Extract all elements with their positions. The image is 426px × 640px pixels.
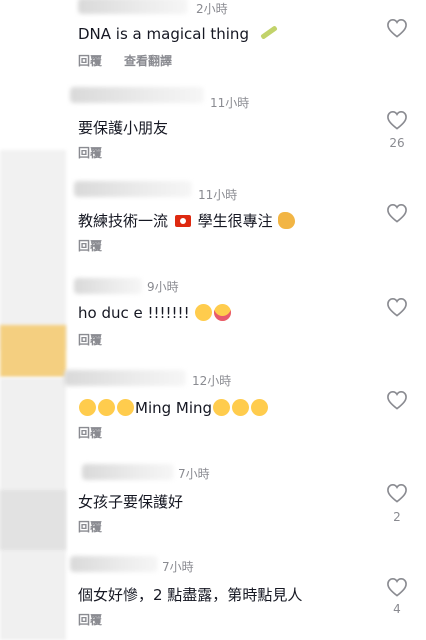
grinning-squinting-face-emoji [98, 399, 115, 416]
reply-button[interactable]: 回覆 [78, 52, 102, 69]
hong-kong-flag-emoji [174, 215, 191, 227]
heart-outline-icon [387, 110, 407, 130]
translate-button[interactable]: 查看翻譯 [124, 52, 172, 69]
comment-text-continued: 學生很專注 [197, 212, 273, 230]
like-count: 26 [389, 136, 405, 150]
username-blurred[interactable] [78, 0, 188, 14]
comment-time: 7小時 [162, 560, 194, 574]
comment-item: 12小時 Ming Ming 回覆 [0, 366, 426, 456]
comment-time: 9小時 [147, 280, 179, 294]
comment-time: 2小時 [196, 2, 228, 16]
grinning-squinting-face-emoji [79, 399, 96, 416]
comment-text-content: 教練技術一流 [78, 212, 169, 230]
comment-item: 11小時 教練技術一流 學生很專注 回覆 [0, 178, 426, 268]
username-blurred[interactable] [74, 181, 192, 197]
comment-time: 7小時 [178, 467, 210, 481]
username-blurred[interactable] [70, 556, 158, 572]
comment-time: 12小時 [192, 374, 232, 388]
comment-text: ho duc e !!!!!!! [78, 304, 232, 322]
reply-button[interactable]: 回覆 [78, 424, 102, 441]
heart-outline-icon [387, 577, 407, 597]
grinning-squinting-face-emoji [232, 399, 250, 416]
flexed-biceps-emoji [278, 212, 296, 229]
reply-button[interactable]: 回覆 [78, 331, 102, 348]
grinning-squinting-face-emoji [251, 399, 269, 416]
username-blurred[interactable] [64, 370, 186, 386]
comment-text: 個女好慘，2 點盡露，第時點見人 [78, 586, 303, 604]
heart-outline-icon [387, 203, 407, 223]
reply-button[interactable]: 回覆 [78, 144, 102, 161]
like-button[interactable] [386, 577, 408, 597]
comment-text-content: Ming Ming [135, 399, 213, 417]
comment-item: 9小時 ho duc e !!!!!!! 回覆 [0, 272, 426, 362]
comment-time: 11小時 [210, 96, 250, 110]
like-button[interactable] [386, 390, 408, 410]
like-count: 4 [393, 602, 401, 616]
like-button[interactable] [386, 483, 408, 503]
smiling-face-emoji [195, 304, 213, 321]
comment-text-content: DNA is a magical thing [78, 25, 249, 43]
heart-outline-icon [387, 18, 407, 38]
comment-item: 2小時 DNA is a magical thing 回覆 查看翻譯 [0, 0, 426, 80]
like-count: 2 [393, 510, 401, 524]
flag-flower [179, 218, 186, 224]
comment-time: 11小時 [198, 188, 238, 202]
comment-text: 女孩子要保護好 [78, 493, 184, 511]
comment-text-content: ho duc e !!!!!!! [78, 304, 190, 322]
like-button[interactable] [386, 110, 408, 130]
like-button[interactable] [386, 297, 408, 317]
syringe-emoji [259, 25, 278, 40]
comment-item: 11小時 要保護小朋友 回覆 26 [0, 85, 426, 175]
like-button[interactable] [386, 18, 408, 38]
winking-tongue-face-emoji [214, 304, 232, 321]
heart-outline-icon [387, 297, 407, 317]
username-blurred[interactable] [74, 278, 142, 294]
comment-text: DNA is a magical thing [78, 25, 278, 43]
username-blurred[interactable] [70, 87, 204, 103]
comment-text: 要保護小朋友 [78, 119, 169, 137]
heart-outline-icon [387, 390, 407, 410]
reply-button[interactable]: 回覆 [78, 518, 102, 535]
comment-item: 7小時 女孩子要保護好 回覆 2 [0, 460, 426, 550]
username-blurred[interactable] [82, 464, 174, 480]
grinning-squinting-face-emoji [117, 399, 134, 416]
heart-outline-icon [387, 483, 407, 503]
like-button[interactable] [386, 203, 408, 223]
reply-button[interactable]: 回覆 [78, 611, 102, 628]
comment-text: 教練技術一流 學生很專注 [78, 210, 296, 231]
reply-button[interactable]: 回覆 [78, 237, 102, 254]
comment-text: Ming Ming [78, 399, 269, 417]
comment-item: 7小時 個女好慘，2 點盡露，第時點見人 回覆 4 [0, 554, 426, 640]
grinning-squinting-face-emoji [213, 399, 231, 416]
